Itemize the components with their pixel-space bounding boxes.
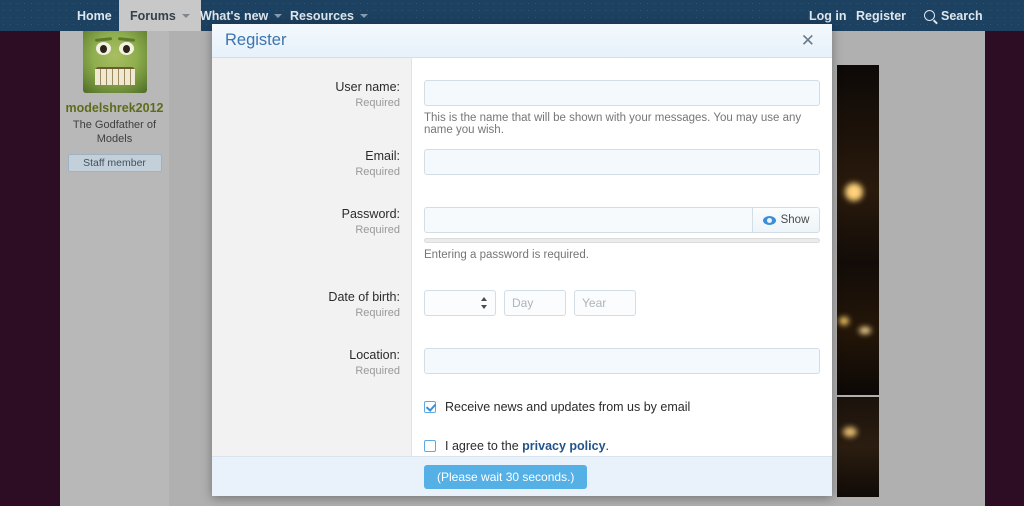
dob-day-input[interactable]: [504, 290, 566, 316]
newsletter-checkbox-row[interactable]: Receive news and updates from us by emai…: [424, 400, 690, 414]
nav-item-register[interactable]: Register: [845, 0, 917, 31]
status-badge: Staff member: [67, 154, 162, 172]
location-label-text: Location:: [349, 348, 400, 362]
password-field-wrap: Show Entering a password is required.: [424, 207, 820, 261]
newsletter-checkbox-label: Receive news and updates from us by emai…: [445, 400, 691, 414]
password-strength-meter: [424, 238, 820, 243]
chevron-down-icon[interactable]: [359, 13, 368, 18]
show-password-label: Show: [780, 214, 810, 226]
select-spinner-icon: [481, 296, 488, 310]
email-required-text: Required: [355, 166, 400, 178]
dob-year-input[interactable]: [574, 290, 636, 316]
username-input[interactable]: [424, 80, 820, 106]
dob-field-wrap: [424, 290, 636, 316]
privacy-label-after: .: [605, 439, 609, 453]
dob-required-text: Required: [355, 307, 400, 319]
username-hint: This is the name that will be shown with…: [424, 112, 802, 136]
sidebar-username[interactable]: modelshrek2012: [60, 101, 169, 115]
register-modal: Register ✕ User name: Required This is t…: [212, 24, 832, 496]
sidebar-user-title: The Godfather of Models: [72, 119, 157, 145]
nav-item-search[interactable]: Search: [913, 0, 994, 31]
privacy-policy-label: I agree to the privacy policy.: [445, 439, 609, 453]
dob-label: Date of birth: Required: [212, 290, 400, 319]
newsletter-checkbox[interactable]: [424, 401, 436, 413]
password-required-text: Required: [355, 224, 400, 236]
email-field-wrap: [424, 149, 820, 175]
search-icon: [924, 10, 935, 21]
show-password-button[interactable]: Show: [752, 207, 820, 233]
username-label: User name: Required: [212, 80, 400, 109]
dob-month-select[interactable]: [424, 290, 496, 316]
modal-body: User name: Required This is the name tha…: [212, 58, 832, 456]
location-field-wrap: [424, 348, 820, 374]
nav-item-register-label: Register: [856, 8, 907, 23]
modal-footer: (Please wait 30 seconds.): [212, 456, 832, 496]
nav-item-home-label: Home: [77, 8, 112, 23]
nav-item-forums-label: Forums: [130, 8, 176, 23]
privacy-policy-checkbox-row[interactable]: I agree to the privacy policy.: [424, 439, 609, 453]
background-photo-night-1: [837, 65, 879, 395]
close-icon[interactable]: ✕: [797, 30, 819, 51]
password-input[interactable]: [424, 207, 752, 233]
background-photo-night-2: [837, 397, 879, 497]
eye-icon: [762, 215, 776, 225]
privacy-policy-checkbox[interactable]: [424, 440, 436, 452]
location-required-text: Required: [355, 365, 400, 377]
privacy-policy-link[interactable]: privacy policy: [522, 439, 605, 453]
modal-header: Register ✕: [212, 24, 832, 58]
password-label-text: Password:: [341, 207, 400, 221]
nav-item-search-label: Search: [941, 8, 983, 23]
dob-label-text: Date of birth:: [328, 290, 400, 304]
location-label: Location: Required: [212, 348, 400, 377]
label-column: [212, 58, 412, 456]
password-input-group: Show: [424, 207, 820, 233]
password-hint: Entering a password is required.: [424, 249, 589, 261]
username-label-text: User name:: [335, 80, 400, 94]
register-submit-button[interactable]: (Please wait 30 seconds.): [424, 464, 588, 489]
username-required-text: Required: [355, 97, 400, 109]
sidebar-user-block: modelshrek2012 The Godfather of Models S…: [60, 25, 169, 506]
email-field[interactable]: [424, 149, 820, 175]
page-title: Register: [225, 31, 287, 49]
nav-item-resources-label: Resources: [290, 8, 354, 23]
username-field-wrap: This is the name that will be shown with…: [424, 80, 832, 136]
nav-item-home[interactable]: Home: [66, 0, 123, 31]
location-input[interactable]: [424, 348, 820, 374]
email-label: Email: Required: [212, 149, 400, 178]
privacy-label-before: I agree to the: [445, 439, 523, 453]
email-label-text: Email:: [365, 149, 400, 163]
nav-item-whats-new-label: What's new: [200, 8, 269, 23]
avatar: [82, 29, 147, 93]
dob-input-group: [424, 290, 636, 316]
password-label: Password: Required: [212, 207, 400, 236]
nav-item-login-label: Log in: [809, 8, 847, 23]
